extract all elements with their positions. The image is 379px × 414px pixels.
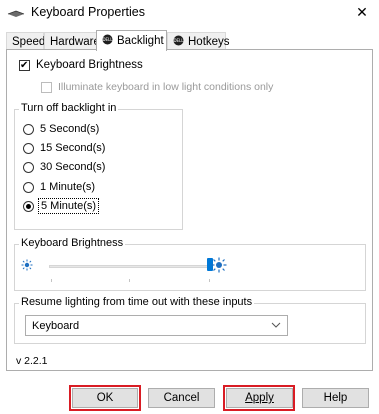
svg-text:DELL: DELL bbox=[173, 38, 184, 43]
button-label: Help bbox=[323, 392, 348, 404]
keyboard-brightness-checkbox[interactable]: ✔ Keyboard Brightness bbox=[19, 59, 143, 71]
radio-label: 5 Minute(s) bbox=[37, 198, 100, 214]
checkbox-label: Keyboard Brightness bbox=[36, 59, 143, 71]
radio-1-minute[interactable]: 1 Minute(s) bbox=[23, 181, 95, 193]
help-button[interactable]: Help bbox=[302, 388, 369, 408]
radio-button[interactable] bbox=[23, 161, 34, 173]
keyboard-app-icon bbox=[7, 6, 25, 21]
radio-button[interactable] bbox=[23, 123, 34, 135]
tab-hardware[interactable]: Hardware bbox=[44, 32, 100, 50]
radio-button[interactable] bbox=[23, 200, 34, 212]
turn-off-backlight-group: Turn off backlight in 5 Second(s) 15 Sec… bbox=[14, 102, 183, 230]
checkbox-box[interactable] bbox=[41, 81, 52, 93]
checkmark-icon: ✔ bbox=[20, 59, 29, 71]
radio-label: 15 Second(s) bbox=[40, 142, 106, 154]
slider-tick bbox=[51, 279, 52, 282]
dropdown-value: Keyboard bbox=[32, 319, 80, 332]
group-title: Keyboard Brightness bbox=[19, 237, 126, 249]
tab-label: Hotkeys bbox=[188, 35, 230, 48]
group-title: Resume lighting from time out with these… bbox=[19, 296, 255, 308]
tab-label: Backlight bbox=[117, 35, 164, 47]
cancel-button[interactable]: Cancel bbox=[148, 388, 215, 408]
ok-highlight-box bbox=[69, 385, 141, 411]
slider-track[interactable] bbox=[49, 265, 209, 268]
sun-low-icon bbox=[21, 259, 33, 274]
sun-high-icon bbox=[211, 257, 227, 276]
radio-button[interactable] bbox=[23, 181, 34, 193]
resume-inputs-dropdown[interactable]: Keyboard bbox=[25, 315, 288, 336]
checkbox-label: Illuminate keyboard in low light conditi… bbox=[58, 81, 274, 93]
backlight-panel: ✔ Keyboard Brightness Illuminate keyboar… bbox=[6, 49, 373, 371]
radio-5-seconds[interactable]: 5 Second(s) bbox=[23, 123, 99, 135]
radio-selected-dot bbox=[26, 203, 31, 209]
apply-highlight-box bbox=[223, 385, 295, 411]
radio-30-seconds[interactable]: 30 Second(s) bbox=[23, 161, 105, 173]
chevron-down-icon bbox=[271, 320, 281, 333]
tab-backlight[interactable]: DELL Backlight bbox=[96, 30, 167, 51]
radio-label: 5 Second(s) bbox=[40, 123, 100, 135]
illuminate-low-light-checkbox[interactable]: Illuminate keyboard in low light conditi… bbox=[41, 81, 273, 93]
radio-15-seconds[interactable]: 15 Second(s) bbox=[23, 142, 105, 154]
radio-button[interactable] bbox=[23, 142, 34, 154]
title-bar: Keyboard Properties ✕ bbox=[0, 0, 379, 26]
keyboard-brightness-group: Keyboard Brightness bbox=[14, 237, 366, 291]
tab-label: Hardware bbox=[50, 35, 100, 48]
checkbox-box[interactable]: ✔ bbox=[19, 59, 30, 71]
tab-label: Speed bbox=[12, 35, 46, 48]
svg-text:DELL: DELL bbox=[102, 37, 113, 42]
tab-hotkeys[interactable]: DELL Hotkeys bbox=[167, 32, 230, 50]
close-button[interactable]: ✕ bbox=[345, 0, 379, 24]
dell-logo-icon: DELL bbox=[173, 35, 184, 49]
button-label: Cancel bbox=[163, 392, 200, 404]
close-icon: ✕ bbox=[356, 3, 368, 20]
dell-logo-icon: DELL bbox=[102, 34, 113, 48]
radio-label: 30 Second(s) bbox=[40, 161, 106, 173]
radio-label: 1 Minute(s) bbox=[40, 181, 96, 193]
tab-speed[interactable]: Speed bbox=[6, 32, 46, 50]
slider-tick bbox=[209, 279, 210, 282]
radio-5-minutes[interactable]: 5 Minute(s) bbox=[23, 198, 100, 214]
window-title: Keyboard Properties bbox=[31, 5, 145, 19]
version-label: v 2.2.1 bbox=[16, 355, 48, 367]
resume-lighting-group: Resume lighting from time out with these… bbox=[14, 296, 366, 344]
group-title: Turn off backlight in bbox=[19, 102, 119, 114]
brightness-slider[interactable] bbox=[21, 257, 231, 283]
slider-tick bbox=[129, 279, 130, 282]
